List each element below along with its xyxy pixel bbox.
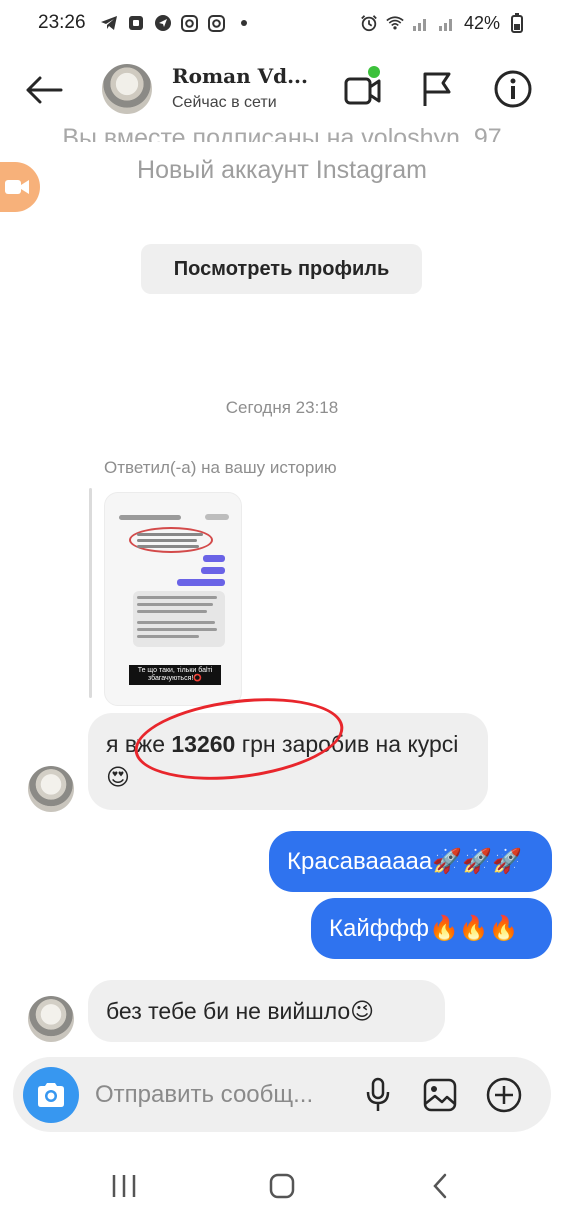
camera-button[interactable] (23, 1067, 79, 1123)
instagram-notification-icon-2 (208, 14, 226, 32)
contact-avatar[interactable] (102, 64, 152, 114)
mini-line (137, 635, 199, 638)
alarm-icon (360, 14, 378, 32)
battery-icon (508, 13, 526, 33)
mini-line (137, 603, 213, 606)
mini-line (137, 533, 203, 536)
mini-line (137, 545, 199, 548)
status-bar: 23:26 42% (0, 0, 564, 46)
mini-out-bubble (177, 579, 225, 586)
message-text: Кайффф🔥🔥🔥 (329, 915, 519, 942)
sender-avatar[interactable] (28, 766, 74, 812)
image-icon (423, 1078, 457, 1112)
signal-icon-2 (438, 14, 456, 32)
message-timestamp: Сегодня 23:18 (225, 398, 339, 417)
sender-avatar[interactable] (28, 996, 74, 1042)
system-back-button[interactable] (418, 1166, 462, 1206)
new-account-label: Новый аккаунт Instagram (137, 156, 427, 184)
wifi-icon (386, 14, 404, 32)
online-indicator (368, 66, 380, 78)
more-dot-icon (235, 14, 253, 32)
recent-apps-icon (112, 1175, 136, 1197)
camera-icon (38, 1083, 64, 1107)
message-input[interactable] (95, 1078, 355, 1112)
info-icon (494, 70, 532, 108)
mini-out-bubble (201, 567, 225, 574)
battery-percent: 42% (463, 12, 500, 33)
outgoing-message[interactable]: Кайффф🔥🔥🔥 (311, 898, 552, 959)
telegram-icon (100, 14, 118, 32)
home-icon (269, 1173, 295, 1199)
status-right: 42% (360, 13, 526, 34)
chat-header: Roman Vd... Сейчас в сети (0, 52, 564, 126)
info-button[interactable] (492, 68, 534, 110)
mutual-follow-text: Вы вместе подписаны на voloshyn_97 (62, 124, 502, 142)
gallery-button[interactable] (421, 1076, 459, 1114)
view-profile-button[interactable]: Посмотреть профиль (141, 244, 422, 294)
mini-line (137, 610, 207, 613)
contact-name[interactable]: Roman Vd... (172, 64, 308, 88)
contact-status: Сейчас в сети (172, 94, 277, 111)
signal-icon (412, 14, 430, 32)
home-button[interactable] (260, 1166, 304, 1206)
incoming-message[interactable]: без тебе би не вийшло😉 (88, 980, 445, 1042)
arrow-left-icon (26, 76, 63, 104)
story-reply-label: Ответил(-а) на вашу историю (104, 458, 337, 477)
mini-header (119, 515, 181, 520)
mini-header-icons (205, 514, 229, 520)
app-notification-icon (127, 14, 145, 32)
message-text: без тебе би не вийшло😉 (106, 997, 375, 1024)
voice-message-button[interactable] (359, 1076, 397, 1114)
chevron-left-icon (433, 1173, 447, 1199)
plus-circle-icon (486, 1077, 522, 1113)
outgoing-message[interactable]: Красавааааа🚀🚀🚀 (269, 831, 552, 892)
story-caption: Те що таки, тiльки баlтi збагачуються!⭕ (129, 665, 221, 685)
mini-line (137, 596, 217, 599)
mini-in-bubble (133, 591, 225, 647)
message-text: Красавааааа🚀🚀🚀 (287, 848, 522, 875)
reply-indicator-bar (89, 488, 92, 698)
story-thumbnail[interactable]: Те що таки, тiльки баlтi збагачуються!⭕ (104, 492, 242, 706)
microphone-icon (366, 1077, 390, 1111)
mini-line (137, 539, 197, 542)
more-options-button[interactable] (485, 1076, 523, 1114)
recent-apps-button[interactable] (102, 1166, 146, 1206)
video-chat-icon (5, 180, 29, 194)
mini-line (137, 621, 215, 624)
report-flag-button[interactable] (416, 68, 458, 110)
mini-out-bubble (203, 555, 225, 562)
status-time: 23:26 (38, 12, 86, 33)
send-notification-icon (154, 14, 172, 32)
notification-icons (100, 14, 253, 32)
back-button[interactable] (22, 68, 66, 112)
message-composer (13, 1057, 551, 1132)
instagram-notification-icon (181, 14, 199, 32)
mini-line (137, 628, 217, 631)
system-navigation-bar (0, 1150, 564, 1222)
flag-icon (423, 72, 451, 106)
